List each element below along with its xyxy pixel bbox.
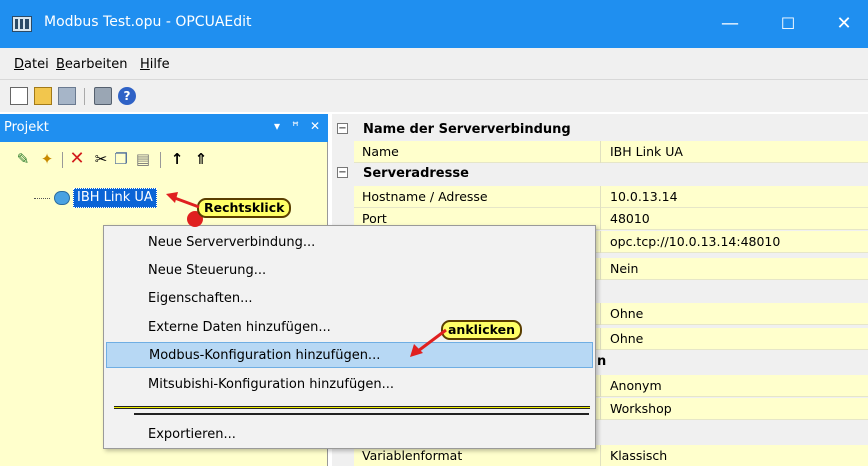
open-folder-icon[interactable]: [34, 87, 52, 105]
menu-item-mitsubishi-konfiguration[interactable]: Mitsubishi-Konfiguration hinzufügen...: [106, 372, 593, 398]
server-connection-icon: [54, 191, 70, 205]
paste-icon[interactable]: ▤: [134, 150, 152, 168]
cut-icon[interactable]: ✂: [92, 150, 110, 168]
move-top-icon[interactable]: ⇑: [192, 150, 210, 168]
menu-item-neue-steuerung[interactable]: Neue Steuerung...: [106, 258, 593, 284]
new-connection-icon[interactable]: ✎: [14, 150, 32, 168]
panel-header: Projekt ▾ ꟸ ✕: [0, 114, 328, 142]
delete-icon[interactable]: ✕: [68, 150, 86, 168]
app-icon: [12, 16, 32, 32]
callout-anklicken: anklicken: [441, 320, 522, 340]
toolbar: ?: [0, 80, 868, 112]
panel-close-icon[interactable]: ✕: [310, 119, 320, 133]
menu-bar: Datei Bearbeiten Hilfe: [0, 48, 868, 80]
property-row[interactable]: Name IBH Link UA: [354, 141, 868, 163]
toolbar-divider: [84, 88, 85, 105]
tool-divider: [160, 152, 161, 168]
move-up-icon[interactable]: ↑: [168, 150, 186, 168]
help-icon[interactable]: ?: [118, 87, 136, 105]
collapse-icon[interactable]: −: [337, 123, 348, 134]
panel-dropdown-icon[interactable]: ▾: [274, 119, 280, 133]
print-icon[interactable]: [94, 87, 112, 105]
tree-connector: [34, 198, 50, 199]
menu-bearbeiten[interactable]: Bearbeiten: [56, 57, 127, 72]
property-row[interactable]: Hostname / Adresse 10.0.13.14: [354, 186, 868, 208]
maximize-button[interactable]: ☐: [772, 8, 804, 40]
copy-icon[interactable]: ❐: [112, 150, 130, 168]
save-icon[interactable]: [58, 87, 76, 105]
tool-divider: [62, 152, 63, 168]
context-menu: Neue Serververbindung... Neue Steuerung.…: [103, 225, 596, 449]
torn-edge-marker: [134, 413, 589, 415]
menu-item-exportieren[interactable]: Exportieren...: [106, 422, 593, 448]
menu-datei[interactable]: Datei: [14, 57, 49, 72]
category-name-der-serververbindung[interactable]: − Name der Serververbindung: [332, 119, 868, 141]
menu-item-eigenschaften[interactable]: Eigenschaften...: [106, 286, 593, 312]
torn-edge-marker: [114, 406, 590, 409]
menu-item-neue-serververbindung[interactable]: Neue Serververbindung...: [106, 230, 593, 256]
minimize-button[interactable]: —: [714, 8, 746, 40]
menu-item-modbus-konfiguration[interactable]: Modbus-Konfiguration hinzufügen...: [106, 342, 593, 368]
callout-rechtsklick: Rechtsklick: [197, 198, 292, 218]
category-serveradresse[interactable]: − Serveradresse: [332, 163, 868, 185]
collapse-icon[interactable]: −: [337, 167, 348, 178]
window-title: Modbus Test.opu - OPCUAEdit: [44, 14, 252, 30]
menu-hilfe[interactable]: Hilfe: [140, 57, 170, 72]
new-document-icon[interactable]: [10, 87, 28, 105]
panel-pin-icon[interactable]: ꟸ: [292, 119, 299, 133]
title-bar: Modbus Test.opu - OPCUAEdit — ☐ ✕: [0, 0, 868, 48]
tree-item-ibh-link-ua[interactable]: IBH Link UA: [73, 188, 157, 208]
close-button[interactable]: ✕: [828, 8, 860, 40]
new-item-icon[interactable]: ✦: [38, 150, 56, 168]
panel-title: Projekt: [4, 120, 49, 135]
panel-toolbar: ✎ ✦ ✕ ✂ ❐ ▤ ↑ ⇑: [0, 142, 328, 174]
